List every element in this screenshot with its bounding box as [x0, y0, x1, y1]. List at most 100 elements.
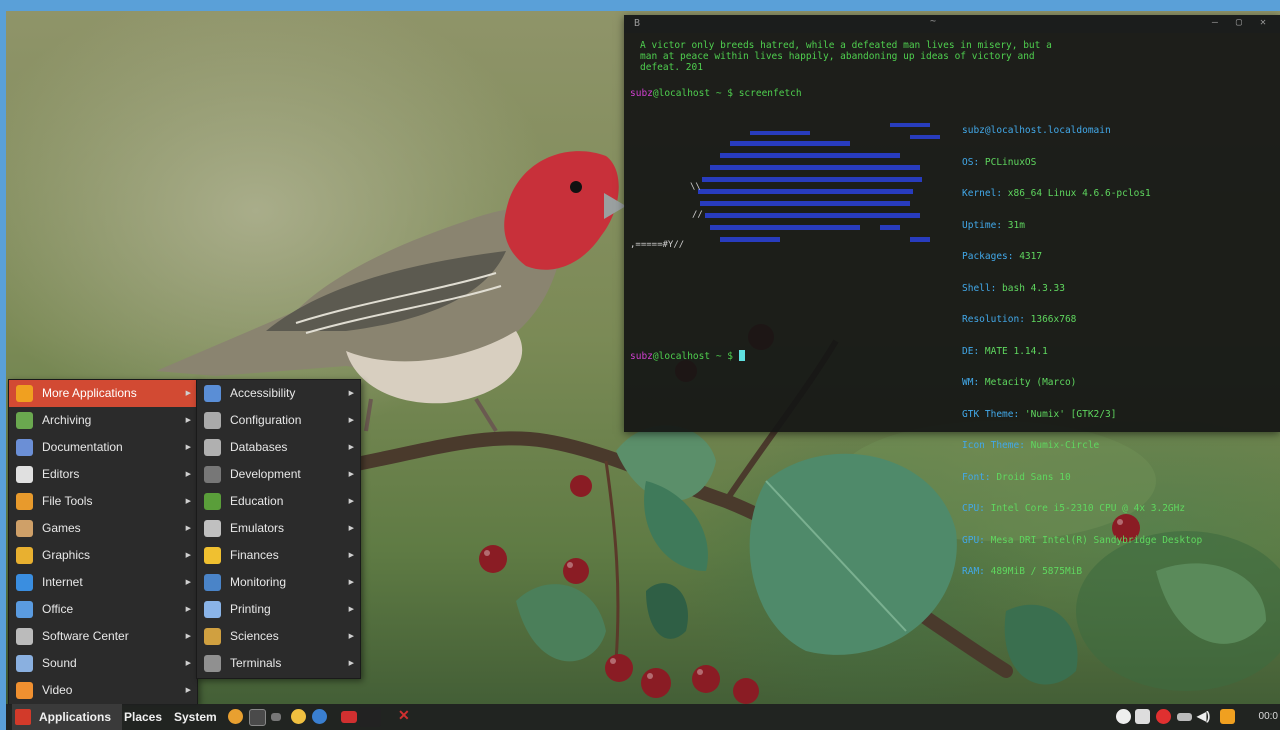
- menu-item-more-applications[interactable]: More Applications ▶: [9, 380, 197, 407]
- submenu-arrow-icon: ▶: [185, 471, 191, 478]
- menu-item-label: Graphics: [42, 548, 91, 562]
- menu-item-editors[interactable]: Editors ▶: [9, 461, 197, 488]
- terminal-menu-icon[interactable]: B: [634, 18, 640, 29]
- submenu-arrow-icon: ▶: [185, 498, 191, 505]
- more-applications-submenu: Accessibility ▶ Configuration ▶ Databases ▶ De…: [196, 379, 361, 679]
- office-icon: [16, 601, 33, 618]
- submenu-item-emulators[interactable]: Emulators ▶: [197, 515, 360, 542]
- menu-item-software-center[interactable]: Software Center ▶: [9, 623, 197, 650]
- submenu-item-configuration[interactable]: Configuration ▶: [197, 407, 360, 434]
- terminals-icon: [204, 655, 221, 672]
- submenu-item-terminals[interactable]: Terminals ▶: [197, 650, 360, 677]
- menu-item-label: Education: [230, 494, 284, 508]
- menu-item-label: Emulators: [230, 521, 285, 535]
- menu-item-games[interactable]: Games ▶: [9, 515, 197, 542]
- menu-item-graphics[interactable]: Graphics ▶: [9, 542, 197, 569]
- submenu-arrow-icon: ▶: [348, 660, 354, 667]
- prompt-line[interactable]: subz@localhost ~ $: [630, 350, 745, 363]
- sound-icon: [16, 655, 33, 672]
- menu-item-archiving[interactable]: Archiving ▶: [9, 407, 197, 434]
- file-manager-launcher-icon[interactable]: [228, 709, 243, 724]
- pclinuxos-logo: ,=====#Y// \\ //: [630, 123, 940, 250]
- submenu-arrow-icon: ▶: [348, 471, 354, 478]
- info-line: Kernel: x86_64 Linux 4.6.6-pclos1: [962, 188, 1151, 199]
- graphics-icon: [16, 547, 33, 564]
- submenu-arrow-icon: ▶: [185, 417, 191, 424]
- svg-text:,=====#Y//: ,=====#Y//: [630, 240, 684, 250]
- terminal-task-icon[interactable]: ✕: [398, 708, 413, 723]
- info-line: Uptime: 31m: [962, 219, 1025, 231]
- documentation-icon: [16, 439, 33, 456]
- games-icon: [16, 520, 33, 537]
- submenu-item-education[interactable]: Education ▶: [197, 488, 360, 515]
- submenu-arrow-icon: ▶: [185, 525, 191, 532]
- places-menu-button[interactable]: Places: [124, 704, 162, 730]
- submenu-item-accessibility[interactable]: Accessibility ▶: [197, 380, 360, 407]
- menu-item-internet[interactable]: Internet ▶: [9, 569, 197, 596]
- submenu-arrow-icon: ▶: [185, 579, 191, 586]
- info-line: CPU: Intel Core i5-2310 CPU @ 4x 3.2GHz: [962, 503, 1186, 514]
- submenu-item-finances[interactable]: Finances ▶: [197, 542, 360, 569]
- menu-item-file-tools[interactable]: File Tools ▶: [9, 488, 197, 515]
- submenu-arrow-icon: ▶: [185, 552, 191, 559]
- submenu-arrow-icon: ▶: [348, 525, 354, 532]
- terminal-title: ~: [930, 16, 937, 27]
- submenu-item-monitoring[interactable]: Monitoring ▶: [197, 569, 360, 596]
- terminal-output[interactable]: A victor only breeds hatred, while a def…: [630, 40, 1274, 576]
- submenu-arrow-icon: ▶: [185, 390, 191, 397]
- menu-item-label: Terminals: [230, 656, 282, 670]
- settings-launcher-icon[interactable]: [291, 709, 306, 724]
- submenu-arrow-icon: ▶: [185, 633, 191, 640]
- submenu-arrow-icon: ▶: [348, 606, 354, 613]
- clock[interactable]: 00:0: [1259, 704, 1278, 730]
- show-desktop-icon[interactable]: [271, 713, 281, 721]
- terminal-launcher-icon[interactable]: [249, 709, 266, 726]
- terminal-titlebar[interactable]: B ~ – ▢ ✕: [624, 15, 1280, 33]
- submenu-item-sciences[interactable]: Sciences ▶: [197, 623, 360, 650]
- info-line: OS: PCLinuxOS: [962, 156, 1037, 168]
- info-line: GTK Theme: 'Numix' [GTK2/3]: [962, 408, 1117, 420]
- internet-icon: [16, 574, 33, 591]
- system-menu-button[interactable]: System: [174, 704, 217, 730]
- menu-item-label: More Applications: [42, 386, 137, 400]
- editors-icon: [16, 466, 33, 483]
- menu-item-label: Configuration: [230, 413, 302, 427]
- submenu-item-printing[interactable]: Printing ▶: [197, 596, 360, 623]
- menu-item-documentation[interactable]: Documentation ▶: [9, 434, 197, 461]
- submenu-item-development[interactable]: Development ▶: [197, 461, 360, 488]
- window-controls[interactable]: – ▢ ✕: [1212, 17, 1272, 28]
- terminal-window[interactable]: B ~ – ▢ ✕ A victor only breeds hatred, w…: [624, 15, 1280, 577]
- submenu-arrow-icon: ▶: [185, 444, 191, 451]
- accessibility-icon: [204, 385, 221, 402]
- menu-item-label: Printing: [230, 602, 271, 616]
- browser-launcher-icon[interactable]: [312, 709, 327, 724]
- menu-item-label: Monitoring: [230, 575, 287, 589]
- info-line: Shell: bash 4.3.33: [962, 282, 1065, 294]
- menu-item-label: Games: [42, 521, 81, 535]
- info-line: Icon Theme: Numix-Circle: [962, 440, 1100, 451]
- svg-text://: //: [692, 210, 703, 220]
- info-line: Resolution: 1366x768: [962, 314, 1077, 325]
- monitoring-icon: [204, 574, 221, 591]
- menu-item-label: Internet: [42, 575, 83, 589]
- printing-icon: [204, 601, 221, 618]
- submenu-arrow-icon: ▶: [348, 417, 354, 424]
- menu-item-label: Video: [42, 683, 73, 697]
- mail-launcher-icon[interactable]: [341, 711, 357, 723]
- update-status-icon[interactable]: [1116, 709, 1131, 724]
- keyboard-tray-icon[interactable]: [1177, 713, 1192, 721]
- menu-item-video[interactable]: Video ▶: [9, 677, 197, 704]
- applications-menu-button[interactable]: Applications: [12, 704, 122, 730]
- record-tray-icon[interactable]: [1156, 709, 1171, 724]
- submenu-item-databases[interactable]: Databases ▶: [197, 434, 360, 461]
- volume-icon[interactable]: ◀): [1197, 709, 1212, 724]
- menu-item-label: Sound: [42, 656, 77, 670]
- emulators-icon: [204, 520, 221, 537]
- submenu-arrow-icon: ▶: [348, 444, 354, 451]
- checkbox-tray-icon[interactable]: [1135, 709, 1150, 724]
- menu-item-office[interactable]: Office ▶: [9, 596, 197, 623]
- folder-tray-icon[interactable]: [1220, 709, 1235, 724]
- workspace-switcher[interactable]: [359, 707, 381, 727]
- distro-logo-icon: [15, 709, 31, 725]
- menu-item-sound[interactable]: Sound ▶: [9, 650, 197, 677]
